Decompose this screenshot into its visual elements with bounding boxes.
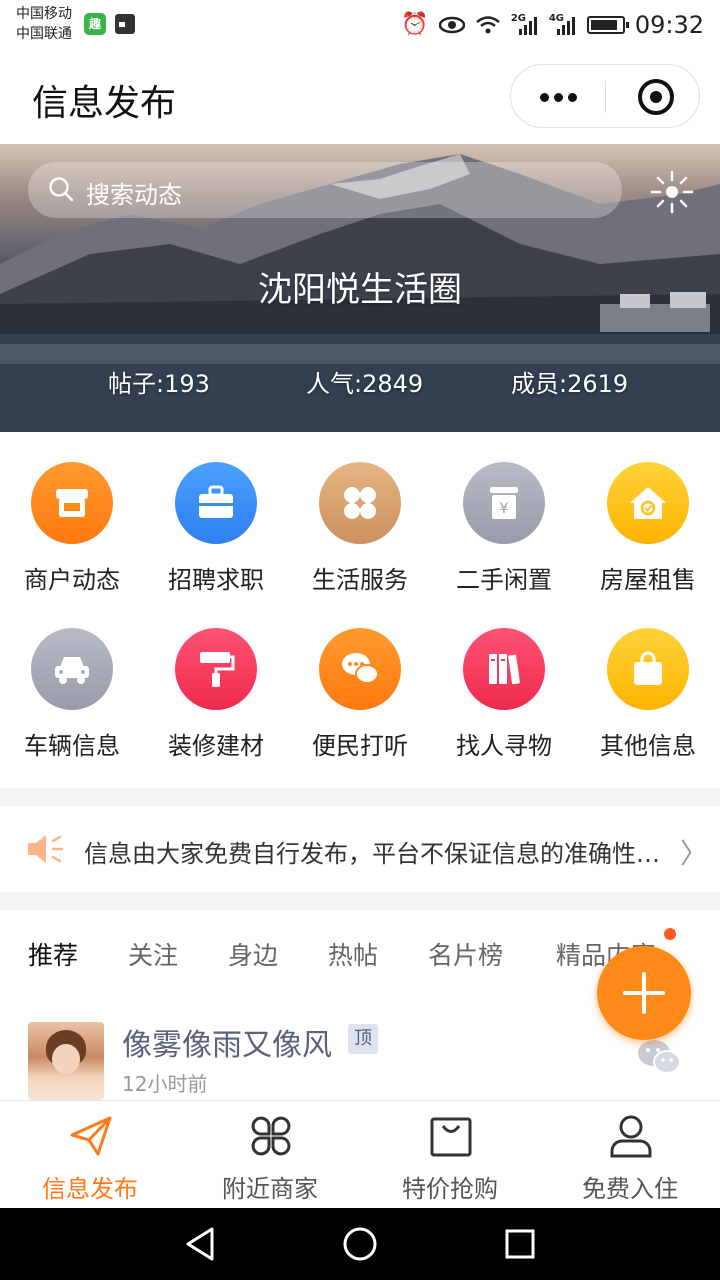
tab-recommended[interactable]: 推荐 (28, 936, 78, 972)
yen-box-icon: ¥ (463, 462, 545, 544)
network-type-1: 2G (510, 13, 526, 24)
network-type-2: 4G (548, 13, 564, 24)
carrier-1: 中国移动 (16, 6, 72, 22)
svg-text:¥: ¥ (500, 501, 509, 517)
more-dots-icon[interactable] (511, 65, 605, 127)
wifi-icon (476, 16, 500, 34)
sun-icon[interactable] (648, 168, 696, 216)
books-icon (463, 628, 545, 710)
category-second-hand[interactable]: ¥ 二手闲置 (432, 432, 576, 594)
car-icon (31, 628, 113, 710)
store-icon (31, 462, 113, 544)
category-label: 找人寻物 (456, 732, 552, 760)
chat-bubbles-icon (319, 628, 401, 710)
tabbar-item-flash-sale[interactable]: 特价抢购 (360, 1101, 540, 1209)
clover-icon (319, 462, 401, 544)
user-outline-icon (610, 1115, 652, 1158)
category-decoration[interactable]: 装修建材 (144, 598, 288, 760)
tabbar-item-free-join[interactable]: 免费入住 (540, 1101, 720, 1209)
recent-apps-icon[interactable] (504, 1226, 536, 1262)
category-life-services[interactable]: 生活服务 (288, 432, 432, 594)
category-label: 房屋租售 (600, 566, 696, 594)
category-label: 装修建材 (168, 732, 264, 760)
category-label: 二手闲置 (456, 566, 552, 594)
category-grid: 商户动态 招聘求职 生活服务 ¥ 二手闲置 房屋租售 车辆信息 装修建材 便民打… (0, 432, 720, 788)
tabbar-item-post-info[interactable]: 信息发布 (0, 1101, 180, 1209)
category-label: 生活服务 (312, 566, 408, 594)
carrier-2: 中国联通 (16, 26, 72, 42)
category-label: 其他信息 (600, 732, 696, 760)
tabbar-label: 免费入住 (582, 1175, 678, 1203)
tab-hot-posts[interactable]: 热帖 (328, 936, 378, 972)
clock: 09:32 (634, 11, 704, 39)
notice-bar[interactable]: 信息由大家免费自行发布，平台不保证信息的准确性… 〉 (0, 806, 720, 892)
app-notification-icon: 趣 (84, 13, 106, 35)
category-other[interactable]: 其他信息 (576, 598, 720, 760)
category-merchant-news[interactable]: 商户动态 (0, 432, 144, 594)
post-author[interactable]: 像雾像雨又像风 (122, 1020, 332, 1064)
category-jobs[interactable]: 招聘求职 (144, 432, 288, 594)
search-input[interactable]: 搜索动态 (28, 162, 622, 218)
nav-bar: 信息发布 (0, 50, 720, 144)
circle-banner: 搜索动态 沈阳悦生活圈 帖子:193 人气:2849 成员:2619 (0, 144, 720, 432)
wechat-icon[interactable] (636, 1038, 682, 1076)
signal-icon-2: 4G (549, 13, 577, 37)
shopping-bag-outline-icon (430, 1117, 472, 1157)
notification-dot (664, 928, 676, 940)
status-bar: 中国移动 中国联通 趣 ⏰ 2G 4G 09:32 (0, 0, 720, 50)
category-label: 便民打听 (312, 732, 408, 760)
section-divider (0, 892, 720, 910)
tab-following[interactable]: 关注 (128, 936, 178, 972)
home-icon[interactable] (342, 1226, 378, 1262)
search-placeholder: 搜索动态 (86, 181, 182, 209)
signal-icon-1: 2G (511, 13, 539, 37)
category-label: 商户动态 (24, 566, 120, 594)
tabbar-label: 信息发布 (42, 1175, 138, 1203)
status-icons: ⏰ 2G 4G 09:32 (401, 10, 704, 40)
tabbar-label: 附近商家 (222, 1175, 318, 1203)
shopping-bag-icon (607, 628, 689, 710)
calendar-icon (115, 14, 135, 34)
notice-text: 信息由大家免费自行发布，平台不保证信息的准确性… (84, 840, 660, 868)
pinned-badge: 顶 (348, 1024, 378, 1054)
mini-program-capsule (510, 64, 700, 128)
stat-popularity: 人气:2849 (306, 370, 424, 398)
battery-icon (586, 16, 629, 34)
category-vehicles[interactable]: 车辆信息 (0, 598, 144, 760)
category-housing[interactable]: 房屋租售 (576, 432, 720, 594)
avatar[interactable] (28, 1022, 104, 1100)
system-navigation-bar (0, 1208, 720, 1280)
category-inquiries[interactable]: 便民打听 (288, 598, 432, 760)
stat-posts: 帖子:193 (108, 370, 210, 398)
eye-icon (438, 16, 465, 34)
circle-title: 沈阳悦生活圈 (258, 270, 462, 310)
paper-plane-icon (70, 1116, 112, 1156)
speaker-icon (28, 835, 64, 863)
category-lost-found[interactable]: 找人寻物 (432, 598, 576, 760)
target-icon[interactable] (638, 79, 674, 115)
bottom-tab-bar: 信息发布 附近商家 特价抢购 免费入住 (0, 1100, 720, 1208)
clover-outline-icon (251, 1116, 291, 1156)
add-post-button[interactable] (597, 946, 691, 1040)
section-divider (0, 788, 720, 806)
stat-members: 成员:2619 (511, 370, 629, 398)
category-label: 车辆信息 (24, 732, 120, 760)
house-icon (607, 462, 689, 544)
post-time: 12小时前 (122, 1072, 208, 1096)
paint-roller-icon (175, 628, 257, 710)
carrier-info: 中国移动 中国联通 (16, 4, 72, 44)
category-label: 招聘求职 (168, 566, 264, 594)
tab-nearby[interactable]: 身边 (228, 936, 278, 972)
alarm-icon: ⏰ (401, 12, 429, 37)
back-icon[interactable] (184, 1226, 216, 1262)
search-icon (49, 177, 74, 202)
tab-business-cards[interactable]: 名片榜 (428, 936, 503, 972)
tabbar-label: 特价抢购 (402, 1175, 498, 1203)
page-title: 信息发布 (32, 83, 177, 124)
chevron-right-icon: 〉 (680, 837, 709, 870)
capsule-divider (605, 81, 606, 113)
briefcase-icon (175, 462, 257, 544)
tabbar-item-nearby-shops[interactable]: 附近商家 (180, 1101, 360, 1209)
